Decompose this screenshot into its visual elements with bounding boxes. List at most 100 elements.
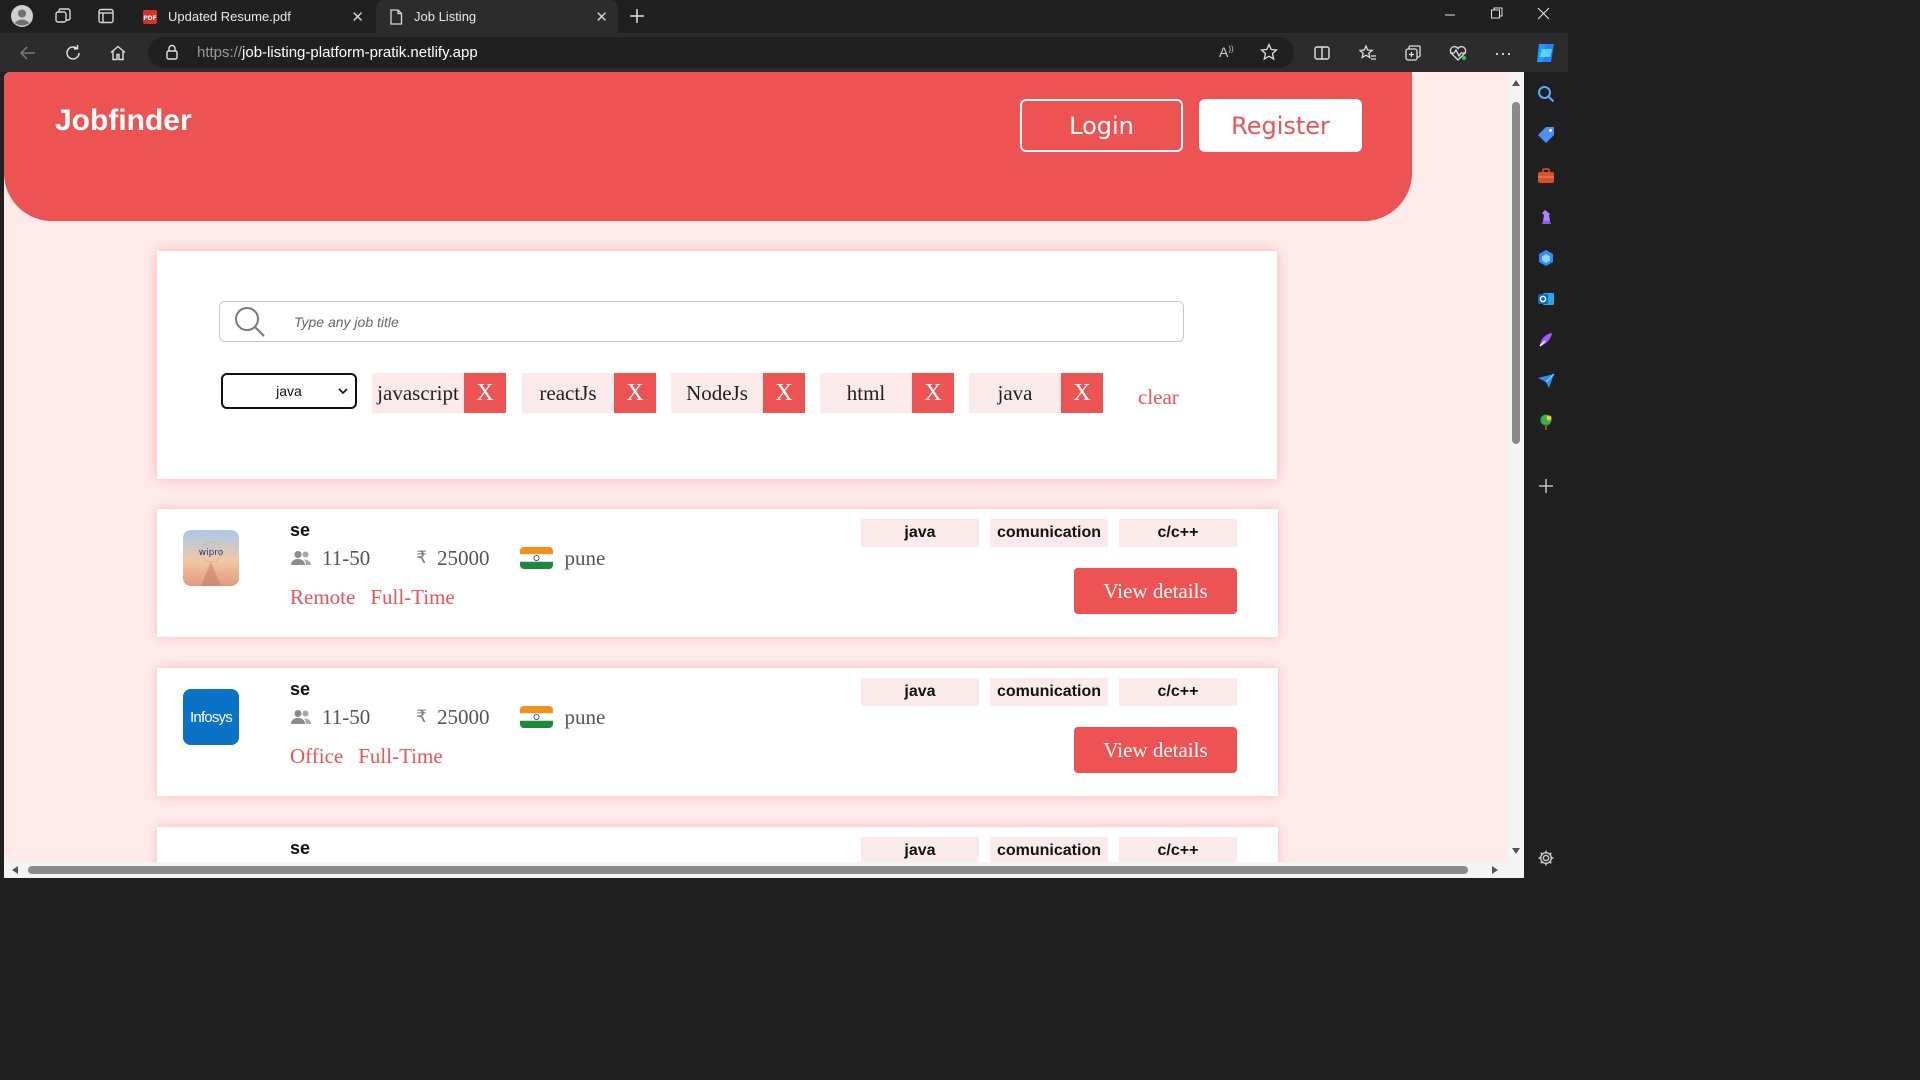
split-screen-icon[interactable] xyxy=(1310,41,1334,65)
filter-chip-label: html xyxy=(846,380,886,405)
brand-logo-text[interactable]: Jobfinder xyxy=(55,104,192,138)
favorite-star-icon[interactable] xyxy=(1259,42,1279,66)
search-box[interactable] xyxy=(219,301,1184,342)
skill-badge: c/c++ xyxy=(1119,519,1237,547)
scroll-right-arrow-icon[interactable] xyxy=(1492,866,1498,874)
restore-icon[interactable] xyxy=(1490,6,1504,23)
favorites-icon[interactable] xyxy=(1356,41,1380,65)
job-tags: Remote Full-Time xyxy=(290,585,470,610)
company-logo-infosys: Infosys xyxy=(183,689,239,745)
tree-app-icon[interactable] xyxy=(1536,412,1556,432)
remove-filter-button[interactable]: X xyxy=(763,373,805,413)
games-chess-icon[interactable] xyxy=(1536,207,1556,227)
page-viewport: Jobfinder Login Register java javascript… xyxy=(4,72,1508,862)
job-title[interactable]: se xyxy=(290,679,310,700)
vertical-scrollbar[interactable] xyxy=(1508,72,1524,862)
pdf-icon: PDF xyxy=(142,9,158,25)
job-card: wipro se 11-50 ₹ 25000 pune Remote Full-… xyxy=(157,509,1278,637)
address-bar[interactable]: https://job-listing-platform-pratik.netl… xyxy=(148,37,1294,68)
view-details-button[interactable]: View details xyxy=(1074,568,1237,614)
add-sidebar-app-icon[interactable] xyxy=(1536,476,1556,496)
job-type-tag: Full-Time xyxy=(370,585,455,609)
tools-briefcase-icon[interactable] xyxy=(1536,166,1556,186)
job-card: se java comunication c/c++ xyxy=(157,827,1278,862)
search-icon[interactable] xyxy=(1536,84,1556,104)
copilot-icon[interactable] xyxy=(1534,41,1558,65)
back-icon[interactable] xyxy=(16,41,40,65)
reload-icon[interactable] xyxy=(61,41,85,65)
url-text: https://job-listing-platform-pratik.netl… xyxy=(197,44,478,61)
salary: 25000 xyxy=(437,545,490,570)
close-tab-icon[interactable]: ✕ xyxy=(351,8,364,26)
read-aloud-icon[interactable]: A)) xyxy=(1219,44,1234,60)
job-meta: 11-50 ₹ 25000 pune xyxy=(290,546,605,570)
svg-text:PDF: PDF xyxy=(143,15,156,22)
job-title[interactable]: se xyxy=(290,838,310,859)
more-options-icon[interactable]: ··· xyxy=(1491,41,1515,65)
designer-icon[interactable] xyxy=(1536,330,1556,350)
work-mode-tag: Office xyxy=(290,744,344,768)
browser-tab-bar: PDF Updated Resume.pdf ✕ Job Listing ✕ xyxy=(0,0,1568,33)
copilot-pro-icon[interactable] xyxy=(1536,248,1556,268)
filter-chip-nodejs: NodeJs X xyxy=(671,373,805,413)
settings-gear-icon[interactable] xyxy=(1536,848,1556,868)
rupee-icon: ₹ xyxy=(416,548,428,567)
profile-avatar-icon[interactable] xyxy=(11,5,33,27)
job-title[interactable]: se xyxy=(290,520,310,541)
tab-title: Job Listing xyxy=(414,9,477,24)
skill-badge: comunication xyxy=(990,678,1108,706)
close-tab-icon[interactable]: ✕ xyxy=(595,8,608,26)
svg-text:Infosys: Infosys xyxy=(190,709,232,726)
vertical-tabs-icon[interactable] xyxy=(95,5,117,27)
skill-select[interactable]: java xyxy=(221,373,357,409)
filter-chip-label: NodeJs xyxy=(686,380,748,405)
page-icon xyxy=(388,8,404,25)
skill-badge: c/c++ xyxy=(1119,837,1237,862)
close-window-icon[interactable] xyxy=(1537,6,1551,23)
horizontal-scrollbar[interactable] xyxy=(4,862,1524,878)
tab-updated-resume[interactable]: PDF Updated Resume.pdf ✕ xyxy=(130,0,374,33)
job-title-search-input[interactable] xyxy=(294,311,1154,333)
filter-chip-label: java xyxy=(997,380,1033,405)
remove-filter-button[interactable]: X xyxy=(614,373,656,413)
remove-filter-button[interactable]: X xyxy=(912,373,954,413)
salary: 25000 xyxy=(437,704,490,729)
job-meta: 11-50 ₹ 25000 pune xyxy=(290,705,605,729)
india-flag-icon xyxy=(519,547,553,569)
skill-badge: java xyxy=(861,519,979,547)
scroll-down-arrow-icon[interactable] xyxy=(1512,848,1520,854)
skill-badge: comunication xyxy=(990,837,1108,862)
site-header: Jobfinder Login Register xyxy=(4,72,1412,221)
filter-chip-javascript: javascript X xyxy=(372,373,506,413)
login-button[interactable]: Login xyxy=(1020,99,1183,152)
remove-filter-button[interactable]: X xyxy=(1061,373,1103,413)
send-drop-icon[interactable] xyxy=(1536,371,1556,391)
collections-icon[interactable] xyxy=(1401,41,1425,65)
register-button[interactable]: Register xyxy=(1199,99,1362,152)
lock-icon[interactable] xyxy=(165,44,179,65)
vertical-scroll-thumb[interactable] xyxy=(1512,102,1520,444)
tab-title: Updated Resume.pdf xyxy=(168,9,291,24)
clear-filters-link[interactable]: clear xyxy=(1138,385,1179,410)
job-tags: Office Full-Time xyxy=(290,744,458,769)
outlook-icon[interactable] xyxy=(1536,289,1556,309)
people-icon xyxy=(291,551,311,565)
remove-filter-button[interactable]: X xyxy=(464,373,506,413)
scroll-left-arrow-icon[interactable] xyxy=(12,866,18,874)
skill-badge: java xyxy=(861,837,979,862)
workspaces-icon[interactable] xyxy=(52,5,74,27)
employee-count: 11-50 xyxy=(322,704,371,729)
performance-heart-icon[interactable] xyxy=(1446,41,1470,65)
scroll-up-arrow-icon[interactable] xyxy=(1512,80,1520,86)
job-type-tag: Full-Time xyxy=(358,744,443,768)
minimize-icon[interactable] xyxy=(1444,6,1456,23)
tab-job-listing[interactable]: Job Listing ✕ xyxy=(376,0,618,33)
company-logo-wipro: wipro xyxy=(183,530,239,586)
horizontal-scroll-thumb[interactable] xyxy=(28,866,1468,874)
filter-chip-label: reactJs xyxy=(539,380,597,405)
view-details-button[interactable]: View details xyxy=(1074,727,1237,773)
home-icon[interactable] xyxy=(106,41,130,65)
shopping-tag-icon[interactable] xyxy=(1536,125,1556,145)
search-icon xyxy=(235,307,265,337)
new-tab-icon[interactable] xyxy=(626,5,648,27)
